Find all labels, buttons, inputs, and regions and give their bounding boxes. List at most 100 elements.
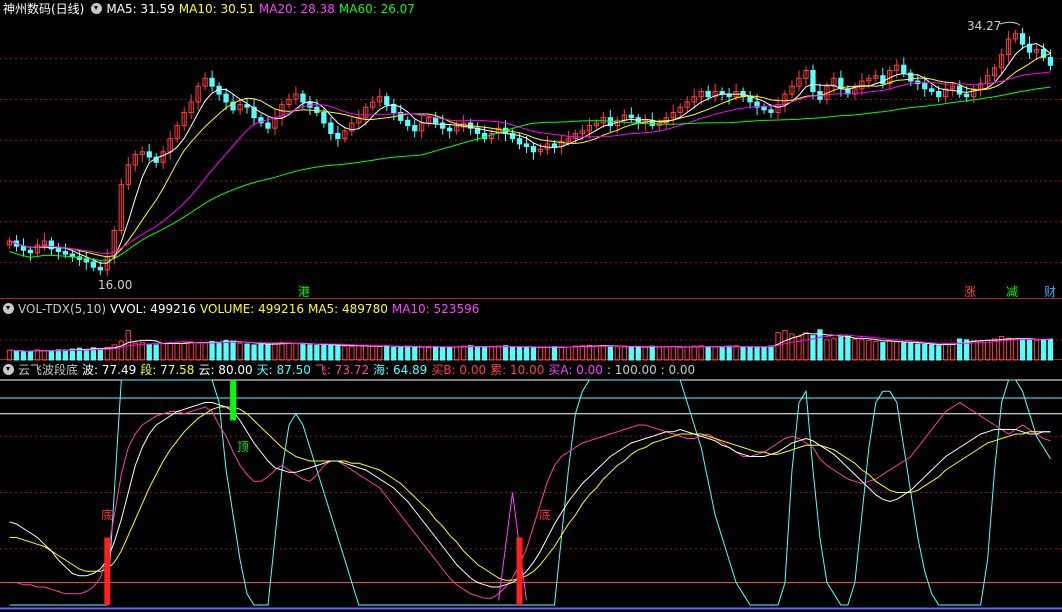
volume-bar [244, 343, 250, 361]
volume-bar [300, 344, 306, 361]
candle-body [314, 106, 320, 113]
volume-bar [712, 346, 718, 361]
volume-bar [726, 345, 732, 361]
volume-bar [41, 349, 48, 361]
volume-bar [894, 341, 900, 361]
candle-body [768, 109, 774, 113]
volume-bar [747, 346, 753, 361]
maib-value: 买B: 0.00 [431, 363, 487, 377]
volume-bar [314, 344, 320, 361]
candle-body [530, 146, 537, 153]
volume-bar [447, 346, 453, 361]
volume-bar [593, 345, 600, 361]
volume-bar [495, 345, 502, 361]
volume-bar [132, 342, 138, 361]
stock-chart-window: 神州数码(日线) MA5: 31.59 MA10: 30.51 MA20: 28.38… [0, 0, 1062, 612]
volume-bar [579, 345, 586, 361]
volume-bar [1026, 338, 1033, 361]
low-price-annotation: 16.00 [98, 278, 133, 292]
oscillator-panel-header: 云飞波段底 波: 77.49 段: 77.58 云: 80.00 天: 87.50 飞: … [0, 361, 699, 379]
volume-bar [663, 346, 669, 361]
volume-bar [544, 346, 551, 361]
volume-bar [1040, 338, 1047, 361]
volume-bar [1005, 337, 1012, 361]
volume-bar [342, 345, 348, 361]
volume-bar [929, 344, 935, 361]
volume-bar [426, 346, 432, 361]
candle-body [55, 248, 62, 252]
volume-bar [866, 340, 872, 361]
volume-bar [523, 346, 530, 361]
volume-bar [146, 343, 152, 361]
candle-body [27, 249, 34, 254]
candle-body [20, 245, 27, 251]
tian-value: 天: 87.50 [256, 363, 311, 377]
ma20-value: MA20: 28.38 [258, 2, 335, 16]
price-panel-header: 神州数码(日线) MA5: 31.59 MA10: 30.51 MA20: 28.38… [0, 0, 419, 18]
volume-bar [943, 343, 949, 361]
candle-body [335, 132, 341, 140]
candle-body [1019, 33, 1026, 45]
volume-bar [754, 347, 760, 361]
volume-bar [740, 346, 746, 361]
volume-bar [139, 341, 145, 361]
volume-bar [880, 341, 886, 361]
volume-bar [279, 341, 285, 361]
candle-body [300, 93, 306, 103]
volume-bar [950, 342, 956, 361]
volume-bar [670, 346, 676, 361]
volume-bar [433, 346, 439, 361]
candle-body [83, 258, 89, 263]
candle-body [223, 93, 229, 103]
candle-body [97, 266, 103, 271]
volume-bar [1019, 338, 1026, 361]
volume-bar [621, 346, 628, 361]
volume-bar [691, 345, 697, 361]
top-signal-bar [230, 380, 237, 421]
volume-bar [27, 350, 34, 361]
volume-bar [174, 341, 180, 361]
volume-bar [873, 341, 879, 361]
volume-bar [607, 345, 614, 361]
volume-bar [705, 346, 711, 361]
candle-body [761, 106, 767, 111]
volume-bar [454, 346, 460, 361]
volume-bar [62, 349, 69, 361]
volume-bar [936, 345, 942, 361]
ma60-line [9, 86, 1051, 261]
reduce-tag[interactable]: 减 [1006, 285, 1018, 299]
volume-bar [481, 346, 488, 361]
volume-bar [370, 345, 376, 361]
chevron-down-icon[interactable] [91, 3, 103, 14]
volume-bar [209, 341, 215, 361]
candle-body [146, 151, 152, 158]
volume-bar [488, 346, 495, 361]
volume-bar [467, 345, 474, 361]
ma5-value: MA5: 31.59 [106, 2, 175, 16]
volume-bar [419, 346, 425, 361]
volume-bar [677, 346, 683, 361]
volume-bar [440, 346, 446, 361]
candle-body [62, 251, 69, 255]
volume-bar [859, 339, 865, 361]
volume-bar [642, 346, 648, 361]
ma60-value: MA60: 26.07 [338, 2, 415, 16]
tail-values: : 100.00 : 0.00 [606, 363, 696, 377]
volume-bar [537, 346, 544, 361]
chevron-down-icon[interactable] [3, 303, 14, 314]
increase-tag[interactable]: 涨 [964, 285, 976, 299]
finance-tag[interactable]: 财 [1044, 285, 1056, 299]
chevron-down-icon[interactable] [3, 364, 14, 375]
candle-body [810, 70, 816, 92]
candle-body [628, 114, 634, 119]
volume-bar [293, 343, 299, 361]
volume-bar [775, 332, 781, 361]
volume-bar [412, 346, 418, 361]
volume-bar [335, 345, 341, 361]
candle-body [747, 96, 753, 103]
volume-bar [768, 345, 774, 361]
hk-connect-tag[interactable]: 港 [298, 285, 310, 299]
volume-bar [1033, 339, 1040, 361]
volume-bar [838, 336, 844, 361]
bottom-signal-bar [104, 537, 111, 605]
